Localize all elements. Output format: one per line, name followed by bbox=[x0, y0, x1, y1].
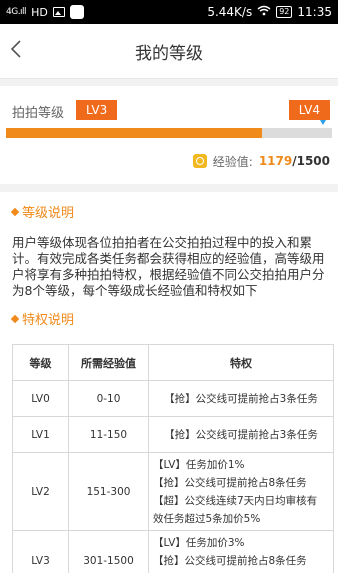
image-notification-icon bbox=[52, 7, 65, 17]
hd-indicator: HD bbox=[31, 5, 48, 19]
level-progress-bar bbox=[6, 128, 332, 138]
level-row: 拍拍等级 LV3 LV4 bbox=[0, 86, 338, 128]
diamond-bullet-icon bbox=[10, 314, 20, 323]
experience-row: 经验值: 1179/1500 bbox=[0, 138, 338, 172]
privilege-cell: 【LV】任务加价3% 【抢】公交线可提前抢占8条任务【超】公交线连续7天内日均审核… bbox=[148, 530, 334, 573]
table-header-row: 等级 所需经验值 特权 bbox=[12, 344, 334, 381]
back-arrow-icon[interactable] bbox=[10, 37, 22, 65]
level-desc-title: 等级说明 bbox=[22, 206, 75, 221]
privilege-cell: 【抢】公交线可提前抢占3条任务 bbox=[148, 380, 334, 417]
current-level-badge: LV3 bbox=[76, 100, 118, 120]
level-cell: LV0 bbox=[12, 380, 69, 417]
privilege-title: 特权说明 bbox=[22, 313, 75, 328]
level-description: 用户等级体现各位拍拍者在公交拍拍过程中的投入和累计。有效完成各类任务都会获得相应… bbox=[12, 235, 325, 298]
level-cell: LV2 bbox=[12, 452, 69, 531]
privilege-line: 【LV】任务加价1% bbox=[153, 458, 245, 471]
next-level-badge: LV4 bbox=[288, 100, 330, 120]
privilege-heading: 特权说明 bbox=[0, 299, 338, 332]
privilege-line: 【抢】公交线可提前抢占3条任务 bbox=[164, 428, 318, 441]
section-divider bbox=[0, 184, 338, 192]
experience-icon bbox=[192, 154, 207, 168]
exp-cell: 0-10 bbox=[68, 380, 149, 417]
table-row: LV3301-1500 【LV】任务加价3% 【抢】公交线可提前抢占8条任务【超】公… bbox=[12, 530, 334, 573]
level-cell: LV1 bbox=[12, 416, 69, 453]
privilege-line: 效任务超过5条加价5% bbox=[153, 512, 261, 525]
level-desc-heading: 等级说明 bbox=[0, 192, 338, 225]
privilege-cell: 【LV】任务加价1% 【抢】公交线可提前抢占8条任务 【超】公交线连续7天内日均审核… bbox=[148, 452, 334, 531]
signal-indicator: 4G.ıll bbox=[6, 7, 27, 17]
status-bar: 4G.ıll HD 5.44K/s 92 11:35 bbox=[0, 0, 338, 24]
page-title: 我的等级 bbox=[135, 43, 203, 64]
experience-max: /1500 bbox=[292, 154, 330, 168]
table-row: LV1 11-150 【抢】公交线可提前抢占3条任务 bbox=[12, 416, 334, 453]
privilege-line: 【超】公交线连续7天内日均审核有 bbox=[153, 570, 329, 573]
privilege-line: 【抢】公交线可提前抢占3条任务 bbox=[164, 392, 318, 405]
column-header-exp: 所需经验值 bbox=[68, 344, 149, 381]
column-header-privilege: 特权 bbox=[148, 344, 334, 381]
nav-header: 我的等级 bbox=[0, 24, 338, 78]
app-notification-icon bbox=[69, 5, 84, 19]
privilege-table: 等级 所需经验值 特权 LV0 0-10 【抢】公交线可提前抢占3条任务 LV1 11-… bbox=[12, 344, 334, 573]
exp-cell: 11-150 bbox=[68, 416, 149, 453]
progress-marker-icon bbox=[320, 120, 326, 125]
privilege-line: 【LV】任务加价3% bbox=[153, 536, 245, 549]
wifi-icon bbox=[257, 5, 271, 19]
table-row: LV2 151-300 【LV】任务加价1% 【抢】公交线可提前抢占8条任务 【超】公交… bbox=[12, 452, 334, 531]
privilege-cell: 【抢】公交线可提前抢占3条任务 bbox=[148, 416, 334, 453]
battery-icon: 92 bbox=[276, 6, 293, 18]
experience-label: 经验值: bbox=[212, 154, 253, 169]
header-divider bbox=[0, 78, 338, 86]
level-label: 拍拍等级 bbox=[12, 106, 65, 121]
clock: 11:35 bbox=[297, 5, 332, 19]
table-row: LV0 0-10 【抢】公交线可提前抢占3条任务 bbox=[12, 380, 334, 417]
experience-current: 1179 bbox=[258, 154, 293, 168]
level-progress-fill bbox=[6, 128, 262, 138]
diamond-bullet-icon bbox=[10, 207, 20, 216]
network-speed: 5.44K/s bbox=[207, 5, 253, 19]
column-header-level: 等级 bbox=[12, 344, 69, 381]
exp-cell: 151-300 bbox=[68, 452, 149, 531]
privilege-line: 【超】公交线连续7天内日均审核有 bbox=[153, 494, 318, 507]
level-cell: LV3 bbox=[12, 530, 69, 573]
privilege-line: 【抢】公交线可提前抢占8条任务 bbox=[153, 554, 307, 567]
exp-cell: 301-1500 bbox=[68, 530, 149, 573]
privilege-line: 【抢】公交线可提前抢占8条任务 bbox=[153, 476, 307, 489]
